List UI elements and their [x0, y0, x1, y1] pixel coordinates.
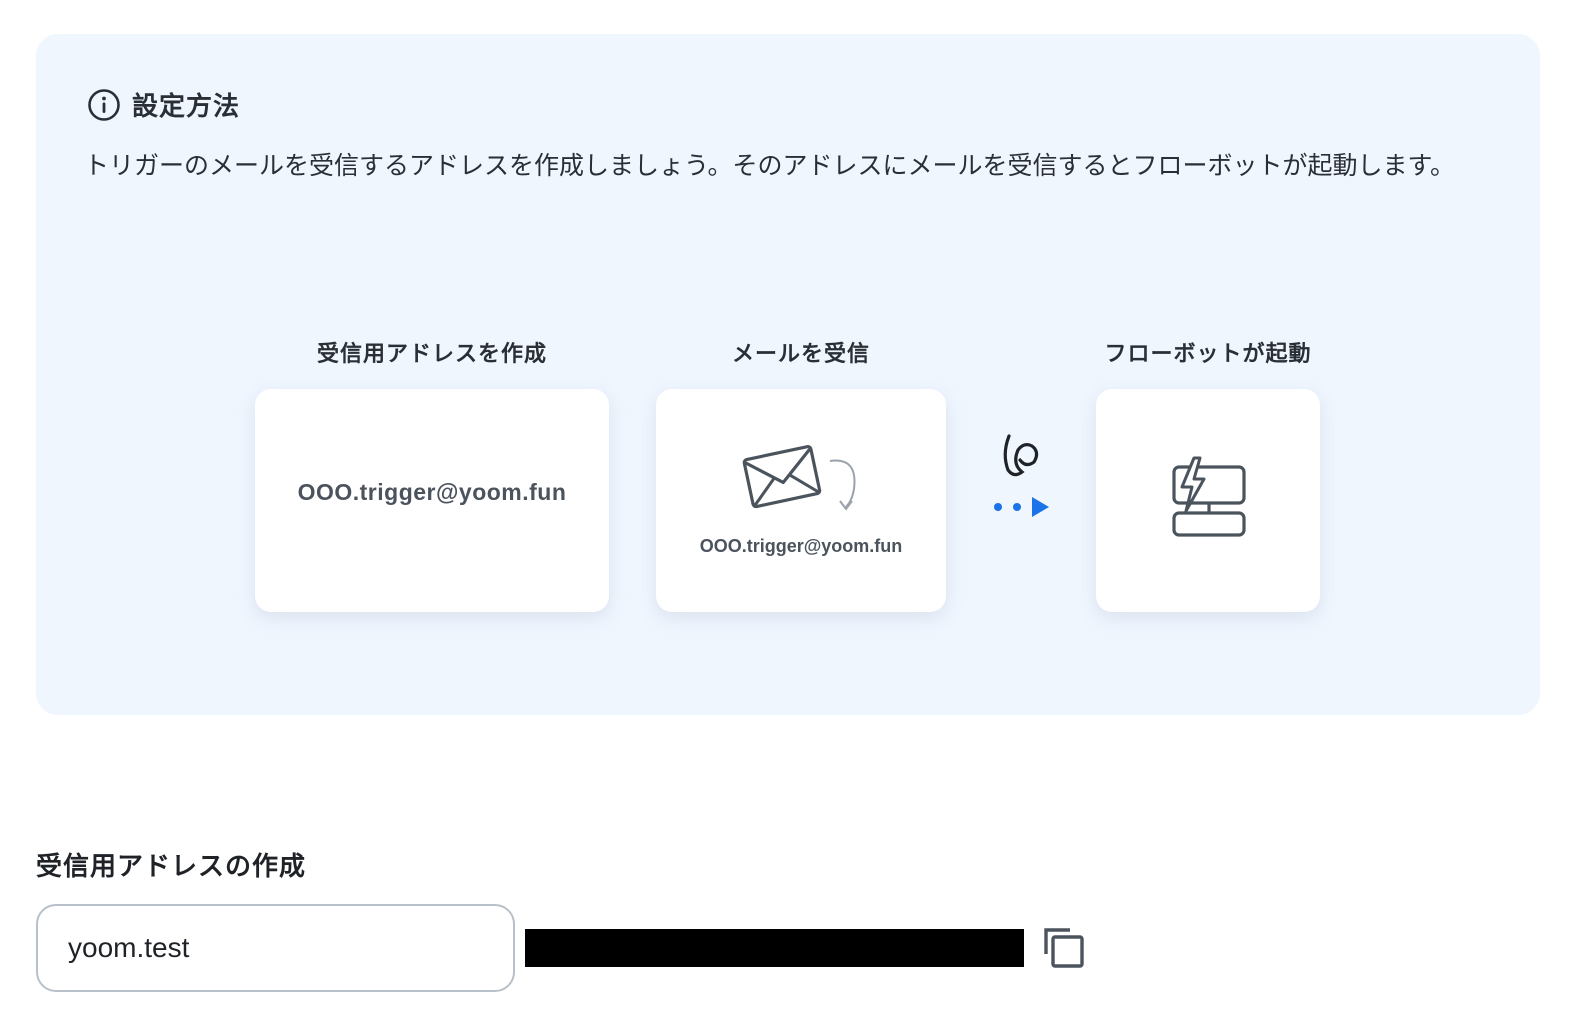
step-label-create-address: 受信用アドレスを作成	[316, 342, 547, 367]
card-address-text: OOO.trigger@yoom.fun	[297, 479, 567, 505]
step-card-flowbot-start	[1096, 389, 1320, 612]
step-card-receive-mail: OOO.trigger@yoom.fun	[656, 389, 946, 612]
info-header: 設定方法	[87, 86, 240, 123]
card-address-text-small: OOO.trigger@yoom.fun	[699, 536, 903, 556]
info-circle-icon	[88, 88, 120, 121]
setup-info-panel: 設定方法 トリガーのメールを受信するアドレスを作成しましょう。そのアドレスにメー…	[36, 34, 1540, 715]
step-label-flowbot-start: フローボットが起動	[1104, 342, 1312, 367]
envelope-icon	[742, 444, 856, 511]
address-section-heading: 受信用アドレスの作成	[36, 852, 307, 882]
copy-icon	[1044, 928, 1084, 968]
address-input[interactable]	[36, 904, 515, 992]
copy-address-button[interactable]	[1038, 922, 1090, 974]
step-label-receive-mail: メールを受信	[731, 342, 870, 367]
flowbot-lightning-icon	[1172, 456, 1246, 537]
info-title: 設定方法	[132, 92, 241, 122]
info-description: トリガーのメールを受信するアドレスを作成しましょう。そのアドレスにメールを受信す…	[84, 151, 1456, 180]
step-card-create-address: OOO.trigger@yoom.fun	[255, 389, 609, 612]
generated-address-redacted	[525, 929, 1024, 967]
flow-arrow-icon	[994, 434, 1049, 517]
